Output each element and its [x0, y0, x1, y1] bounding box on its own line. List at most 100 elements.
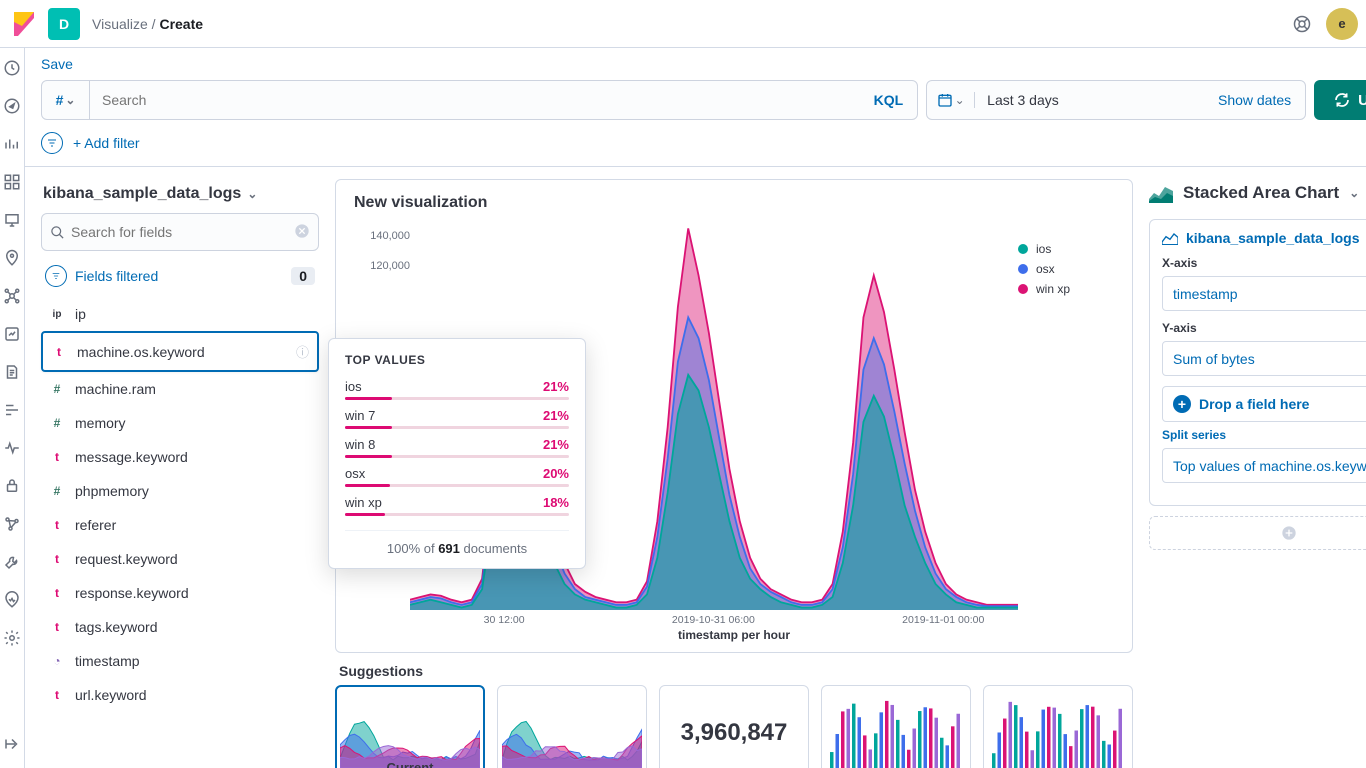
kibana-logo-icon[interactable] — [8, 8, 40, 40]
top-value-row: ios21% — [345, 379, 569, 394]
calendar-icon[interactable]: ⌄ — [927, 92, 975, 108]
monitoring-icon[interactable] — [0, 588, 24, 612]
field-item[interactable]: ipip — [41, 297, 319, 331]
clear-search-icon[interactable] — [294, 223, 310, 242]
save-link[interactable]: Save — [41, 56, 73, 72]
field-item[interactable]: ttags.keyword — [41, 610, 319, 644]
chart-legend: ios osx win xp — [1018, 218, 1114, 610]
config-panel: Stacked Area Chart⌄ kibana_sample_data_l… — [1149, 179, 1366, 756]
field-item[interactable]: turl.keyword — [41, 678, 319, 712]
field-name: memory — [75, 415, 126, 431]
logs-icon[interactable] — [0, 360, 24, 384]
query-bar: #⌄ KQL — [41, 80, 918, 120]
field-name: timestamp — [75, 653, 140, 669]
field-item[interactable]: tmachine.os.keywordⓘ — [41, 331, 319, 372]
x-axis-dimension[interactable]: timestamp✕ — [1162, 276, 1366, 311]
management-icon[interactable] — [0, 626, 24, 650]
field-panel: kibana_sample_data_logs⌄ Fields filtered… — [41, 179, 319, 756]
top-value-row: win 821% — [345, 437, 569, 452]
filtered-count-badge: 0 — [291, 267, 315, 285]
layer-panel: kibana_sample_data_logs⌄ X-axis timestam… — [1149, 219, 1366, 506]
update-button[interactable]: Update — [1314, 80, 1366, 120]
add-layer-button[interactable] — [1149, 516, 1366, 550]
field-name: tags.keyword — [75, 619, 157, 635]
field-item[interactable]: tmessage.keyword — [41, 440, 319, 474]
siem-icon[interactable] — [0, 474, 24, 498]
devtools-icon[interactable] — [0, 550, 24, 574]
top-value-row: win xp18% — [345, 495, 569, 510]
x-axis-label: X-axis — [1162, 256, 1366, 270]
date-picker: ⌄ Last 3 days Show dates — [926, 80, 1306, 120]
y-axis-label: Y-axis — [1162, 321, 1366, 335]
kql-toggle[interactable]: KQL — [860, 81, 918, 119]
uptime-icon[interactable] — [0, 436, 24, 460]
field-item[interactable]: treferer — [41, 508, 319, 542]
date-range-text[interactable]: Last 3 days — [975, 92, 1204, 108]
filter-type-dropdown[interactable]: #⌄ — [42, 81, 90, 119]
suggestion-card[interactable] — [983, 685, 1133, 768]
drop-field-target[interactable]: +Drop a field here — [1162, 386, 1366, 422]
show-dates-link[interactable]: Show dates — [1204, 92, 1305, 108]
legend-item[interactable]: osx — [1018, 262, 1114, 276]
filter-options-icon[interactable] — [41, 132, 63, 154]
search-input[interactable] — [90, 81, 860, 119]
metrics-icon[interactable] — [0, 322, 24, 346]
collapse-nav-icon[interactable] — [0, 732, 24, 756]
suggestion-card[interactable] — [497, 685, 647, 768]
index-pattern-selector[interactable]: kibana_sample_data_logs⌄ — [41, 179, 319, 213]
canvas-icon[interactable] — [0, 208, 24, 232]
field-search — [41, 213, 319, 251]
field-item[interactable]: tresponse.keyword — [41, 576, 319, 610]
field-item[interactable]: #machine.ram — [41, 372, 319, 406]
field-item[interactable]: #phpmemory — [41, 474, 319, 508]
chart-x-label: timestamp per hour — [354, 628, 1114, 642]
suggestion-card[interactable] — [821, 685, 971, 768]
legend-item[interactable]: win xp — [1018, 282, 1114, 296]
field-search-input[interactable] — [65, 224, 294, 240]
visualize-icon[interactable] — [0, 132, 24, 156]
add-filter-link[interactable]: + Add filter — [73, 135, 140, 151]
suggestion-card[interactable]: 3,960,847 — [659, 685, 809, 768]
main: Save #⌄ KQL ⌄ Last 3 days Show dates Upd… — [25, 48, 1366, 768]
filter-icon — [45, 265, 67, 287]
query-toolbar: #⌄ KQL ⌄ Last 3 days Show dates Update — [25, 72, 1366, 128]
field-name: ip — [75, 306, 86, 322]
field-name: message.keyword — [75, 449, 188, 465]
metric-value: 3,960,847 — [681, 719, 788, 747]
legend-item[interactable]: ios — [1018, 242, 1114, 256]
help-icon[interactable] — [1286, 8, 1318, 40]
field-item[interactable]: #memory — [41, 406, 319, 440]
ml-icon[interactable] — [0, 284, 24, 308]
graph-icon[interactable] — [0, 512, 24, 536]
field-item[interactable]: ◔timestamp — [41, 644, 319, 678]
suggestions-row: Current 3,960,847 — [335, 685, 1133, 768]
chart-x-ticks: 30 12:002019-10-31 06:002019-11-01 00:00 — [410, 614, 1058, 626]
breadcrumb-sep: / — [148, 16, 160, 32]
filter-toolbar: + Add filter — [25, 128, 1366, 167]
dashboard-icon[interactable] — [0, 170, 24, 194]
breadcrumb: Visualize / Create — [92, 16, 203, 32]
split-series-dimension[interactable]: Top values of machine.os.keyword✕ — [1162, 448, 1366, 483]
maps-icon[interactable] — [0, 246, 24, 270]
fields-filtered-toggle[interactable]: Fields filtered 0 — [41, 259, 319, 293]
area-chart-icon — [1162, 231, 1178, 245]
field-name: referer — [75, 517, 116, 533]
top-value-row: osx20% — [345, 466, 569, 481]
discover-icon[interactable] — [0, 94, 24, 118]
recent-icon[interactable] — [0, 56, 24, 80]
field-name: machine.ram — [75, 381, 156, 397]
popover-footer: 100% of 691 documents — [345, 530, 569, 556]
field-name: url.keyword — [75, 687, 147, 703]
info-icon[interactable]: ⓘ — [296, 342, 309, 361]
space-badge[interactable]: D — [48, 8, 80, 40]
apm-icon[interactable] — [0, 398, 24, 422]
chart-type-selector[interactable]: Stacked Area Chart⌄ — [1149, 179, 1366, 209]
breadcrumb-root[interactable]: Visualize — [92, 16, 148, 32]
field-stats-popover: TOP VALUES ios21%win 721%win 821%osx20%w… — [328, 338, 586, 569]
avatar[interactable]: e — [1326, 8, 1358, 40]
breadcrumb-current: Create — [159, 16, 203, 32]
suggestion-card[interactable]: Current — [335, 685, 485, 768]
layer-index-selector[interactable]: kibana_sample_data_logs⌄ — [1162, 230, 1366, 246]
field-item[interactable]: trequest.keyword — [41, 542, 319, 576]
y-axis-dimension[interactable]: Sum of bytes✕ — [1162, 341, 1366, 376]
